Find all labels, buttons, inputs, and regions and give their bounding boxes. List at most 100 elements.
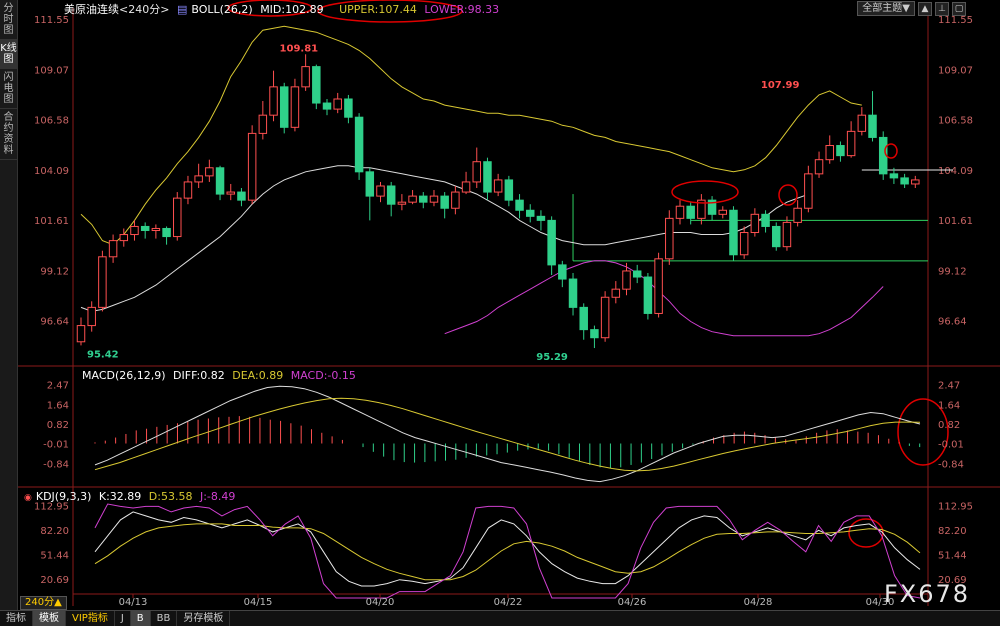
highlight-kdj-circle — [848, 518, 884, 548]
tab-j[interactable]: J — [115, 611, 131, 626]
tab-bb[interactable]: BB — [151, 611, 178, 626]
macd-tick-left-2: 0.82 — [47, 420, 69, 431]
candle-body-53 — [643, 276, 653, 314]
candle-body-61 — [729, 209, 738, 256]
candle-body-49 — [600, 296, 610, 339]
candle-body-20 — [290, 86, 300, 128]
macd-tick-right-1: 1.64 — [938, 400, 960, 411]
tab-kline[interactable]: K线图 — [0, 40, 17, 69]
candle-body-57 — [686, 205, 695, 219]
price-tick-left-5: 99.12 — [40, 267, 69, 278]
candle-body-45 — [558, 264, 567, 280]
candle-body-64 — [761, 213, 770, 227]
macd-tick-left-3: -0.01 — [43, 440, 69, 451]
restore-icon[interactable]: ▢ — [952, 1, 966, 16]
tab-b[interactable]: B — [130, 611, 151, 626]
macd-tick-right-2: 0.82 — [938, 420, 960, 431]
macd-value-label: MACD:-0.15 — [290, 369, 356, 382]
candle-body-69 — [814, 159, 824, 175]
candle-body-27 — [365, 171, 375, 197]
candle-body-51 — [622, 270, 631, 290]
candle-body-38 — [483, 161, 492, 193]
lower-band-line — [444, 260, 884, 337]
candle-body-39 — [493, 179, 503, 193]
candle-body-4 — [119, 234, 129, 242]
symbol-label: 美原油连续 — [64, 3, 119, 16]
candle-body-3 — [108, 240, 118, 258]
period-label: <240分> — [119, 3, 170, 16]
candle-body-44 — [547, 219, 556, 266]
macd-tick-right-4: -0.84 — [938, 460, 964, 471]
candle-body-14 — [226, 191, 235, 195]
tab-save-template[interactable]: 另存模板 — [177, 611, 231, 626]
macd-tick-left-4: -0.84 — [43, 460, 69, 471]
candle-body-66 — [782, 221, 792, 248]
candle-body-6 — [140, 225, 150, 231]
candle-body-16 — [247, 132, 257, 201]
price-header: 美原油连续<240分> ▤ BOLL(26,2) MID:102.89 UPPER… — [64, 1, 503, 17]
price-tick-right-1: 109.07 — [938, 65, 973, 76]
indicator-icon: ▤ — [176, 3, 188, 16]
tab-template[interactable]: 模板 — [33, 611, 66, 626]
candle-body-29 — [386, 185, 396, 205]
candle-body-0 — [76, 325, 86, 343]
candle-body-56 — [675, 205, 685, 219]
tab-flash[interactable]: 闪电图 — [0, 69, 17, 109]
candle-body-7 — [151, 227, 161, 231]
candle-body-31 — [408, 195, 417, 203]
candle-body-76 — [889, 173, 899, 179]
boll-label: BOLL(26,2) — [191, 3, 253, 16]
price-tick-right-3: 104.09 — [938, 166, 973, 177]
price-tick-right-6: 96.64 — [938, 317, 967, 328]
kdj-tick-left-1: 82.20 — [40, 526, 69, 537]
candle-body-30 — [397, 201, 407, 205]
tab-vip-indicator[interactable]: VIP指标 — [66, 611, 115, 626]
candle-body-18 — [269, 86, 278, 116]
x-tick-label-1: 04/15 — [244, 597, 273, 608]
toolbar: 全部主题▼ ▲ ⊥ ▢ — [857, 1, 966, 16]
macd-tick-right-0: 2.47 — [938, 381, 960, 392]
candle-body-42 — [525, 209, 535, 217]
theme-button[interactable]: 全部主题▼ — [857, 1, 915, 16]
minimize-icon[interactable]: ⊥ — [935, 1, 949, 16]
chart-area[interactable]: 111.55 111.55109.07 109.07106.58 106.58104.… — [18, 0, 1000, 610]
left-sidebar: 分时图 K线图 闪电图 合约资料 — [0, 0, 18, 610]
candle-body-26 — [354, 116, 364, 173]
settings-icon[interactable]: ◉ — [24, 493, 32, 503]
candle-body-12 — [205, 167, 214, 177]
macd-tick-left-1: 1.64 — [47, 400, 69, 411]
upper-band-line — [80, 25, 862, 246]
period-button[interactable]: 240分▲ — [20, 596, 67, 610]
candle-body-72 — [846, 130, 856, 157]
dea-label: DEA:0.89 — [232, 369, 284, 382]
price-annotation-1: 95.42 — [87, 349, 119, 360]
candle-body-68 — [804, 173, 813, 209]
candle-body-54 — [654, 258, 663, 314]
candle-body-48 — [590, 329, 599, 339]
tab-indicator[interactable]: 指标 — [0, 611, 33, 626]
candle-body-33 — [429, 195, 439, 203]
tab-timeshare[interactable]: 分时图 — [0, 0, 17, 40]
macd-tick-left-0: 2.47 — [47, 381, 69, 392]
candle-body-46 — [568, 278, 578, 308]
tab-contract-info[interactable]: 合约资料 — [0, 109, 17, 160]
candle-body-23 — [322, 102, 332, 110]
candle-body-36 — [461, 181, 471, 193]
candle-body-9 — [173, 197, 182, 238]
price-tick-left-4: 101.61 — [34, 216, 69, 227]
kdj-label: KDJ(9,3,3) — [35, 490, 92, 503]
candle-body-15 — [237, 191, 246, 201]
kdj-tick-right-1: 82.20 — [938, 526, 967, 537]
kdj-tick-left-3: 20.69 — [40, 575, 69, 586]
candle-body-25 — [344, 98, 353, 118]
candle-body-52 — [632, 270, 642, 278]
candle-body-67 — [793, 207, 802, 223]
x-tick-label-3: 04/22 — [494, 597, 523, 608]
candle-body-70 — [825, 145, 834, 161]
kdj-header: ◉ KDJ(9,3,3) K:32.89 D:53.58 J:-8.49 — [24, 490, 239, 503]
diff-label: DIFF:0.82 — [173, 369, 225, 382]
candle-body-1 — [87, 306, 96, 327]
price-tick-right-2: 106.58 — [938, 116, 973, 127]
candle-body-62 — [739, 232, 749, 256]
up-arrow-icon[interactable]: ▲ — [918, 1, 932, 16]
